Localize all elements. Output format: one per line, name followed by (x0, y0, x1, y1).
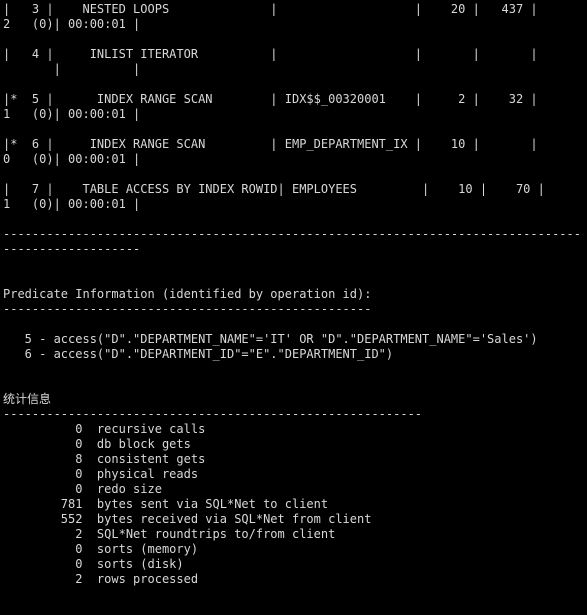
stat-consistent-gets: 8 consistent gets (3, 452, 206, 466)
statistics-separator: ----------------------------------------… (3, 407, 423, 421)
terminal-window[interactable]: | 3 | NESTED LOOPS | | 20 | 437 | 2 (0)|… (0, 0, 587, 615)
plan-separator-cont: ------------------- (3, 242, 141, 256)
stat-recursive-calls: 0 recursive calls (3, 422, 206, 436)
plan-row-7-cont: 1 (0)| 00:00:01 | (3, 197, 141, 211)
predicate-separator: ----------------------------------------… (3, 302, 372, 316)
stat-bytes-received: 552 bytes received via SQL*Net from clie… (3, 512, 372, 526)
plan-row-6: |* 6 | INDEX RANGE SCAN | EMP_DEPARTMENT… (3, 137, 538, 151)
predicate-line-5: 5 - access("D"."DEPARTMENT_NAME"='IT' OR… (3, 332, 538, 346)
stat-sorts-disk: 0 sorts (disk) (3, 557, 184, 571)
stat-rows-processed: 2 rows processed (3, 572, 199, 586)
predicate-line-6: 6 - access("D"."DEPARTMENT_ID"="E"."DEPA… (3, 347, 394, 361)
predicate-heading: Predicate Information (identified by ope… (3, 287, 372, 301)
plan-row-4-cont: | | (3, 62, 141, 76)
plan-row-7: | 7 | TABLE ACCESS BY INDEX ROWID| EMPLO… (3, 182, 545, 196)
plan-row-5: |* 5 | INDEX RANGE SCAN | IDX$$_00320001… (3, 92, 538, 106)
stat-redo-size: 0 redo size (3, 482, 162, 496)
plan-row-6-cont: 0 (0)| 00:00:01 | (3, 152, 141, 166)
stat-physical-reads: 0 physical reads (3, 467, 199, 481)
plan-row-3-cont: 2 (0)| 00:00:01 | (3, 17, 141, 31)
stat-roundtrips: 2 SQL*Net roundtrips to/from client (3, 527, 336, 541)
stat-db-block-gets: 0 db block gets (3, 437, 191, 451)
stat-bytes-sent: 781 bytes sent via SQL*Net to client (3, 497, 329, 511)
plan-row-5-cont: 1 (0)| 00:00:01 | (3, 107, 141, 121)
stat-sorts-memory: 0 sorts (memory) (3, 542, 199, 556)
statistics-heading: 统计信息 (3, 392, 52, 406)
plan-row-4: | 4 | INLIST ITERATOR | | | | (3, 47, 538, 61)
plan-separator: ----------------------------------------… (3, 227, 581, 241)
plan-row-3: | 3 | NESTED LOOPS | | 20 | 437 | (3, 2, 538, 16)
